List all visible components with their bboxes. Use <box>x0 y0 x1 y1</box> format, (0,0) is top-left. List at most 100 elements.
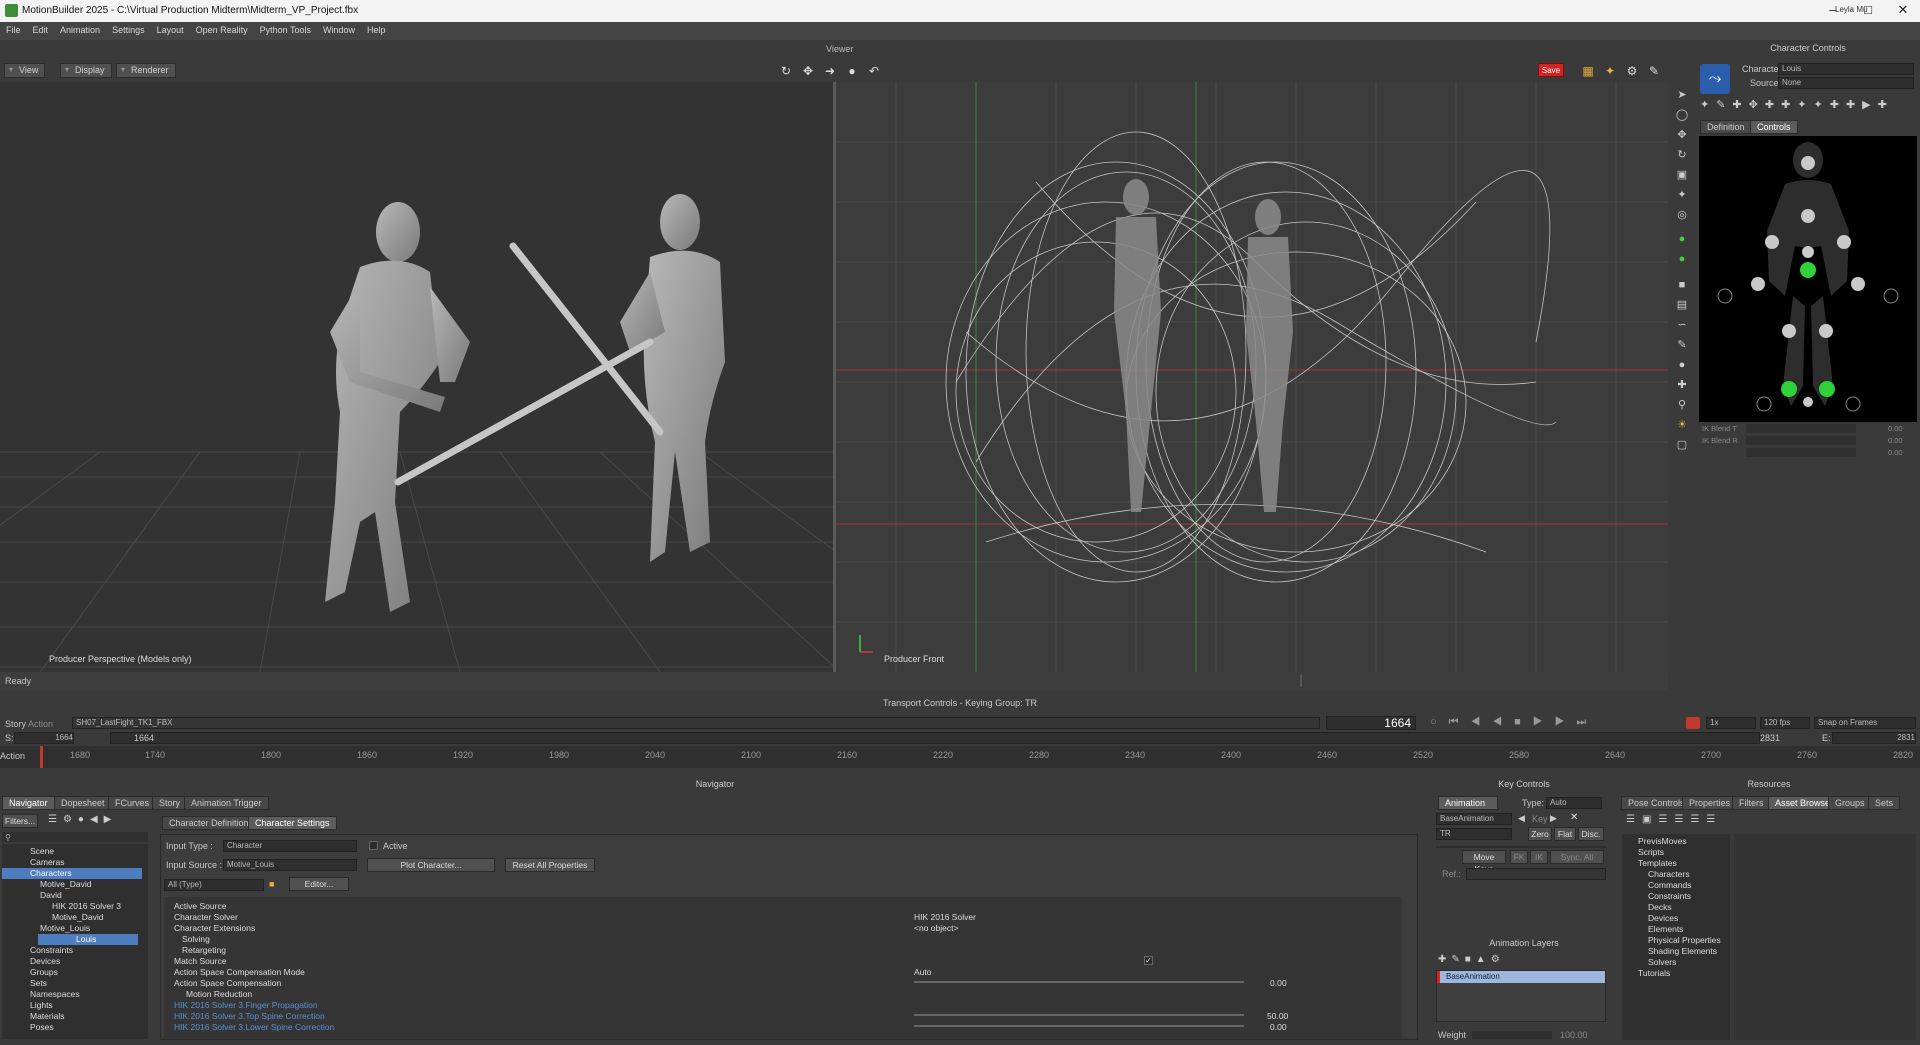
asset-previsimoves[interactable]: PrevisMoves <box>1622 836 1687 847</box>
asset-decks[interactable]: Decks <box>1622 902 1672 913</box>
tab-properties[interactable]: Properties <box>1682 796 1738 810</box>
frame-icon[interactable]: ▢ <box>1675 438 1689 452</box>
menu-file[interactable]: File <box>0 22 27 35</box>
tree-item-hik-solver[interactable]: HIK 2016 Solver 3 <box>2 901 121 912</box>
key-type-select[interactable]: Auto <box>1546 797 1602 809</box>
plot-character-button[interactable]: Plot Character... <box>367 858 495 872</box>
speed-select[interactable]: 1x <box>1706 717 1756 729</box>
weight-slider[interactable] <box>1472 1031 1552 1039</box>
end-frame-field[interactable]: 2831 <box>1832 732 1916 744</box>
timeline[interactable]: Action 1680 1740 1800 1860 1920 1980 204… <box>0 746 1920 768</box>
prop-finger-propagation[interactable]: HIK 2016 Solver 3.Finger Propagation <box>174 1000 318 1011</box>
save-button[interactable]: Save <box>1538 63 1564 77</box>
prop-asc-mode-value[interactable]: Auto <box>914 967 932 978</box>
translate-icon[interactable]: ✥ <box>1675 128 1689 142</box>
scale-icon[interactable]: ▣ <box>1675 168 1689 182</box>
ik-extra-slider[interactable] <box>1746 448 1856 457</box>
sphere-icon[interactable]: ● <box>1675 358 1689 372</box>
fk-button[interactable]: FK <box>1510 850 1528 864</box>
prev-key-icon[interactable]: ◀ <box>1518 813 1525 824</box>
menu-edit[interactable]: Edit <box>27 22 55 35</box>
reset-all-properties-button[interactable]: Reset All Properties <box>505 858 595 872</box>
source-select[interactable]: None <box>1778 77 1914 89</box>
tab-sets[interactable]: Sets <box>1868 796 1901 810</box>
prop-character-extensions[interactable]: Character Extensions <box>174 923 255 934</box>
active-checkbox[interactable] <box>369 841 378 850</box>
tree-item-constraints[interactable]: Constraints <box>2 945 73 956</box>
match-source-checkbox[interactable]: ✓ <box>1144 956 1153 965</box>
tab-controls[interactable]: Controls <box>1750 120 1798 134</box>
layer-toolbar-icons[interactable]: ✚✎■▲⚙ <box>1438 954 1542 966</box>
tree-item-motive-david-2[interactable]: Motive_David <box>2 912 104 923</box>
anim-layer-select[interactable]: BaseAnimation <box>1436 813 1512 825</box>
move-keys-button[interactable]: Move Keys <box>1462 850 1506 874</box>
light-icon[interactable]: ☀ <box>1675 418 1689 432</box>
prop-solving[interactable]: Solving <box>182 934 210 945</box>
fk-icon[interactable]: ● <box>1675 252 1689 266</box>
tree-item-characters[interactable]: Characters <box>2 868 142 879</box>
tree-item-poses[interactable]: Poses <box>2 1022 54 1033</box>
ik-button[interactable]: IK <box>1530 850 1548 864</box>
lower-spine-slider[interactable] <box>914 1025 1244 1027</box>
tab-groups[interactable]: Groups <box>1828 796 1872 810</box>
tab-animation[interactable]: Animation <box>1438 796 1498 810</box>
tab-fcurves[interactable]: FCurves <box>108 796 157 810</box>
property-filter-select[interactable]: All (Type) <box>164 879 264 891</box>
link-icon[interactable]: ✎ <box>1646 64 1662 78</box>
cube-icon[interactable]: ■ <box>1675 278 1689 292</box>
disc-button[interactable]: Disc. <box>1578 827 1604 841</box>
prop-active-source[interactable]: Active Source <box>174 901 226 912</box>
editor-button[interactable]: Editor... <box>289 877 349 891</box>
sync-all-button[interactable]: Sync. All <box>1550 850 1604 864</box>
asset-tree[interactable]: PrevisMoves Scripts Templates Characters… <box>1622 834 1730 1040</box>
input-type-select[interactable]: Character <box>223 840 357 852</box>
orbit-icon[interactable]: ↻ <box>778 64 794 78</box>
perspective-viewport[interactable]: Producer Perspective (Models only) <box>0 82 833 672</box>
ref-field[interactable] <box>1466 868 1606 880</box>
tab-animation-trigger[interactable]: Animation Trigger <box>184 796 269 810</box>
menu-window[interactable]: Window <box>317 22 361 35</box>
ik-blend-r-value[interactable]: 0.00 <box>1888 436 1903 445</box>
menu-layout[interactable]: Layout <box>151 22 190 35</box>
front-character-models[interactable] <box>1114 179 1293 512</box>
asc-slider[interactable] <box>914 981 1244 983</box>
asset-shading-elements[interactable]: Shading Elements <box>1622 946 1717 957</box>
tab-pose-controls[interactable]: Pose Controls <box>1621 796 1692 810</box>
ik-icon[interactable]: ● <box>1675 232 1689 246</box>
asset-commands[interactable]: Commands <box>1622 880 1691 891</box>
asset-scripts[interactable]: Scripts <box>1622 847 1664 858</box>
pan-icon[interactable]: ✥ <box>800 64 816 78</box>
tree-item-david[interactable]: David <box>2 890 62 901</box>
keying-group-select[interactable]: TR <box>1436 828 1512 840</box>
asset-characters[interactable]: Characters <box>1622 869 1690 880</box>
asset-devices[interactable]: Devices <box>1622 913 1678 924</box>
playback-buttons[interactable]: ○⏮◀◀■▶▶⏭ <box>1430 716 1690 730</box>
lasso-icon[interactable]: ◯ <box>1675 108 1689 122</box>
scene-tree[interactable]: Scene Cameras Characters Motive_David Da… <box>2 844 148 1039</box>
prop-character-solver[interactable]: Character Solver <box>174 912 238 923</box>
asset-constraints[interactable]: Constraints <box>1622 891 1691 902</box>
ik-extra-value[interactable]: 0.00 <box>1888 448 1903 457</box>
maximize-icon[interactable]: □ <box>1853 2 1883 20</box>
keyframe-icon[interactable]: ▦ <box>1580 64 1596 78</box>
asset-tutorials[interactable]: Tutorials <box>1622 968 1670 979</box>
prop-lower-spine-value[interactable]: 0.00 <box>1270 1022 1287 1033</box>
skeleton-icon[interactable]: ✚ <box>1675 378 1689 392</box>
prop-retargeting[interactable]: Retargeting <box>182 945 226 956</box>
asset-physical-properties[interactable]: Physical Properties <box>1622 935 1721 946</box>
character-logo-icon[interactable]: ⤳ <box>1700 64 1730 94</box>
prop-lower-spine-correction[interactable]: HIK 2016 Solver 3.Lower Spine Correction <box>174 1022 334 1033</box>
roll-icon[interactable]: ↶ <box>866 64 882 78</box>
pivot-icon[interactable]: ◎ <box>1675 208 1689 222</box>
menu-help[interactable]: Help <box>361 22 392 35</box>
prop-top-spine-value[interactable]: 50.00 <box>1267 1011 1288 1022</box>
snap-select[interactable]: Snap on Frames <box>1814 717 1916 729</box>
tree-item-scene[interactable]: Scene <box>2 846 142 857</box>
prop-asc-mode[interactable]: Action Space Compensation Mode <box>174 967 305 978</box>
tab-character-settings[interactable]: Character Settings <box>248 816 337 830</box>
tree-item-lights[interactable]: Lights <box>2 1000 53 1011</box>
dolly-icon[interactable]: ➜ <box>822 64 838 78</box>
minimize-icon[interactable]: – <box>1818 2 1848 20</box>
layer-list[interactable]: BaseAnimation <box>1436 970 1606 1022</box>
control-toolbar-icons[interactable]: ✦✎✚✥✚✚✦✦✚✚▶✚ <box>1700 98 1916 114</box>
